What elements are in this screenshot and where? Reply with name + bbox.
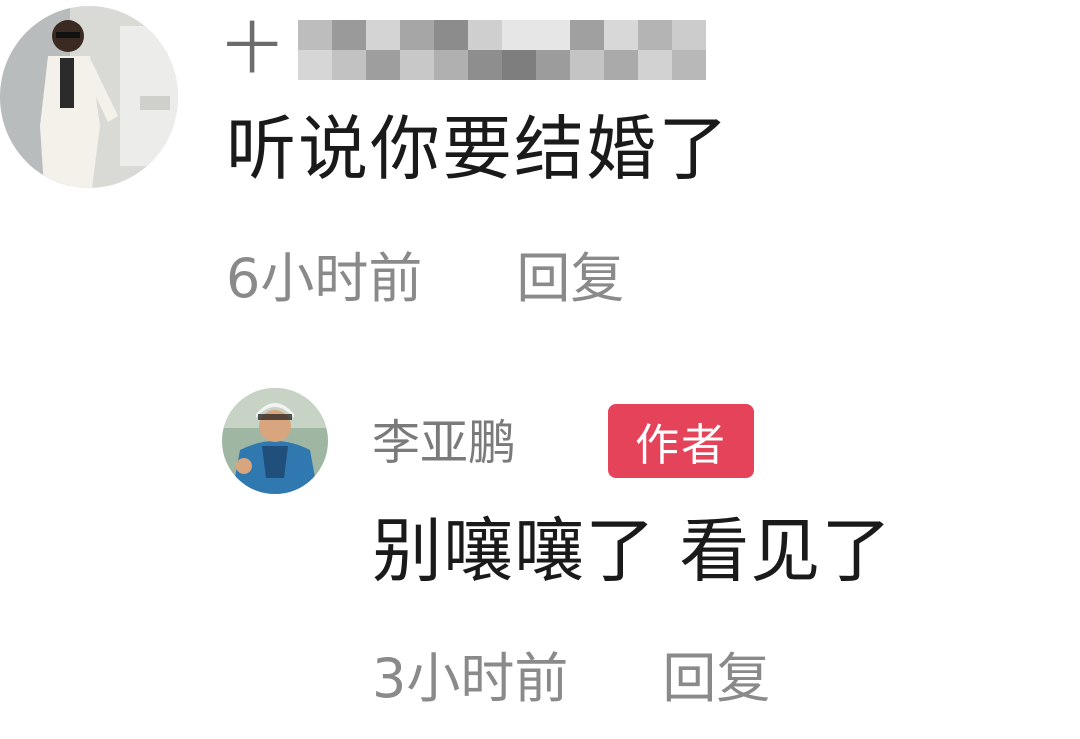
author-badge: 作者 <box>608 404 754 478</box>
author-avatar[interactable] <box>222 388 328 494</box>
commenter-username[interactable]: 十 <box>224 14 706 86</box>
reply-timestamp: 3小时前 <box>372 647 569 710</box>
author-username[interactable]: 李亚鹏 <box>372 410 516 476</box>
commenter-avatar[interactable] <box>0 6 178 188</box>
reply-meta: 3小时前 回复 <box>372 652 770 706</box>
comment-text: 听说你要结婚了 <box>226 108 730 190</box>
comment-meta: 6小时前 回复 <box>226 252 624 306</box>
reply-button[interactable]: 回复 <box>662 652 770 706</box>
reply-text: 别嚷嚷了 看见了 <box>372 510 893 592</box>
avatar-photo-icon <box>0 6 178 188</box>
reply-button[interactable]: 回复 <box>516 252 624 306</box>
username-prefix: 十 <box>224 17 280 82</box>
username-mosaic-blur <box>298 20 706 80</box>
comment-timestamp: 6小时前 <box>226 247 423 310</box>
avatar-photo-icon <box>222 388 328 494</box>
